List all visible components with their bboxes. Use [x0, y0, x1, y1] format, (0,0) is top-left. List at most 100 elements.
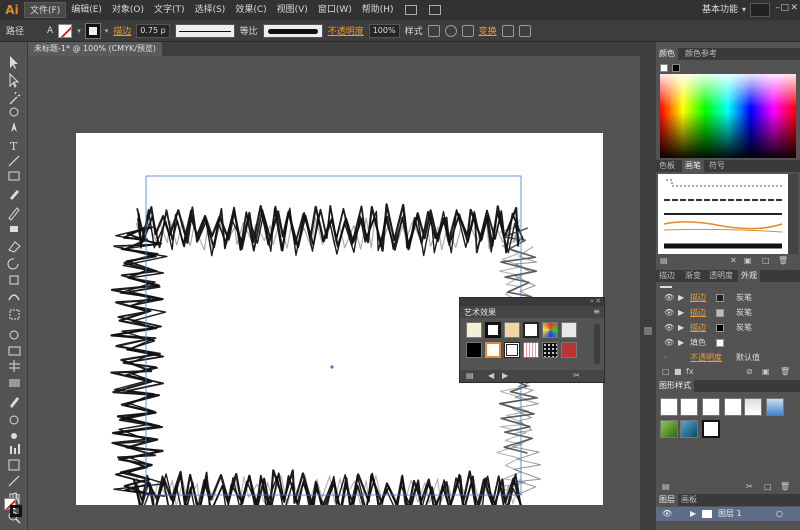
appearance-row[interactable]: 👁 ▶ 填色: [656, 336, 800, 349]
effect-swatch[interactable]: [466, 342, 482, 358]
effect-swatch[interactable]: [523, 322, 539, 338]
appearance-attr-name[interactable]: 描边: [690, 321, 706, 334]
panel-menu-icon[interactable]: ≡: [593, 307, 600, 316]
appearance-attr-name[interactable]: 不透明度: [690, 351, 722, 364]
tab-swatches[interactable]: 色板: [656, 160, 678, 172]
tab-gradient[interactable]: 渐变: [682, 270, 704, 282]
effect-swatch[interactable]: [542, 342, 558, 358]
layer-row[interactable]: 👁 ▶ 图层 1 ○: [656, 507, 800, 521]
next-icon[interactable]: ▶: [502, 371, 508, 380]
menu-file[interactable]: 文件(F): [24, 2, 67, 18]
expand-arrow-icon[interactable]: ▶: [678, 321, 684, 334]
arrange-documents-icon[interactable]: [428, 5, 441, 15]
menu-window[interactable]: 窗口(W): [313, 2, 357, 18]
effect-swatch[interactable]: [485, 342, 501, 358]
expand-arrow-icon[interactable]: ▶: [678, 306, 684, 319]
canvas-area[interactable]: [28, 56, 652, 530]
effect-swatch[interactable]: [523, 342, 539, 358]
break-link-icon[interactable]: ✂: [746, 482, 753, 491]
menu-help[interactable]: 帮助(H): [357, 2, 399, 18]
transform-panel-link[interactable]: 变换: [479, 24, 497, 37]
visibility-eye-icon[interactable]: 👁: [664, 336, 674, 349]
tab-artboards[interactable]: 画板: [678, 494, 700, 506]
stroke-panel-link[interactable]: 描边: [113, 24, 131, 37]
stroke-color-swatch[interactable]: [716, 309, 724, 317]
document-tab[interactable]: 未标题-1* @ 100% (CMYK/预览): [28, 42, 163, 56]
expand-arrow-icon[interactable]: ▶: [678, 291, 684, 304]
expand-arrow-icon[interactable]: ▶: [678, 336, 684, 349]
tab-stroke[interactable]: 描边: [656, 270, 678, 282]
duplicate-icon[interactable]: ▣: [762, 367, 770, 376]
fill-color-swatch[interactable]: [660, 64, 668, 72]
tab-appearance[interactable]: 外观: [738, 270, 760, 282]
style-swatch[interactable]: [744, 398, 762, 416]
tab-color-guide[interactable]: 颜色参考: [682, 48, 720, 60]
delete-icon[interactable]: 🗑: [780, 482, 790, 491]
break-link-icon[interactable]: ✂: [573, 371, 580, 380]
stroke-swatch[interactable]: [84, 22, 101, 39]
chevron-down-icon[interactable]: ▾: [77, 27, 81, 35]
collapse-icon[interactable]: [644, 327, 652, 335]
panel-menu-icon[interactable]: [518, 24, 531, 37]
visibility-eye-icon[interactable]: 👁: [664, 306, 674, 319]
menu-type[interactable]: 文字(T): [149, 2, 190, 18]
appearance-row[interactable]: 👁 ▶ 描边 炭笔: [656, 291, 800, 304]
library-menu-icon[interactable]: ▤: [662, 482, 670, 491]
menu-edit[interactable]: 编辑(E): [66, 2, 107, 18]
clear-appearance-icon[interactable]: ⊘: [746, 367, 753, 376]
align-icon[interactable]: [461, 24, 474, 37]
appearance-attr-name[interactable]: 描边: [690, 291, 706, 304]
delete-icon[interactable]: 🗑: [778, 256, 788, 265]
tab-graphic-styles[interactable]: 图形样式: [656, 380, 694, 392]
stroke-indicator[interactable]: [10, 505, 22, 517]
stroke-color-swatch[interactable]: [716, 324, 724, 332]
previous-icon[interactable]: ◀: [488, 371, 494, 380]
stroke-weight-field[interactable]: 0.75 p: [136, 23, 170, 38]
effect-swatch[interactable]: [561, 342, 577, 358]
delete-icon[interactable]: 🗑: [780, 367, 790, 376]
target-icon[interactable]: ○: [776, 507, 783, 521]
scrollbar[interactable]: [594, 324, 600, 364]
new-brush-icon[interactable]: □: [762, 256, 770, 265]
visibility-eye-icon[interactable]: 👁: [662, 507, 672, 521]
appearance-row[interactable]: · 不透明度 默认值: [656, 351, 800, 364]
graphic-style-icon[interactable]: [427, 24, 440, 37]
brush-library-list[interactable]: [658, 174, 788, 254]
tab-brushes[interactable]: 画笔: [682, 160, 704, 172]
style-swatch[interactable]: [702, 420, 720, 438]
style-swatch[interactable]: [660, 398, 678, 416]
tab-symbols[interactable]: 符号: [706, 160, 728, 172]
collapse-icon[interactable]: «: [590, 297, 594, 305]
variable-width-profile[interactable]: [174, 23, 235, 38]
style-swatch[interactable]: [660, 420, 678, 438]
chevron-down-icon[interactable]: ▾: [105, 27, 109, 35]
recolor-icon[interactable]: [444, 24, 457, 37]
visibility-eye-icon[interactable]: 👁: [664, 321, 674, 334]
stroke-color-swatch[interactable]: [716, 294, 724, 302]
new-style-icon[interactable]: □: [764, 482, 772, 491]
effect-swatch[interactable]: [485, 322, 501, 338]
add-effect-icon[interactable]: fx: [686, 367, 694, 376]
tab-layers[interactable]: 图层: [656, 494, 678, 506]
add-stroke-icon[interactable]: □: [662, 367, 670, 376]
appearance-row[interactable]: 👁 ▶ 描边 炭笔: [656, 321, 800, 334]
style-swatch[interactable]: [766, 398, 784, 416]
style-swatch[interactable]: [680, 398, 698, 416]
library-menu-icon[interactable]: ▤: [466, 371, 474, 380]
effect-swatch[interactable]: [504, 322, 520, 338]
effect-swatch[interactable]: [542, 322, 558, 338]
menu-effect[interactable]: 效果(C): [230, 2, 271, 18]
tab-transparency[interactable]: 透明度: [706, 270, 736, 282]
expand-arrow-icon[interactable]: ▶: [690, 507, 696, 521]
fill-swatch[interactable]: [58, 23, 73, 38]
tab-color[interactable]: 颜色: [656, 48, 678, 60]
menu-view[interactable]: 视图(V): [272, 2, 313, 18]
bridge-icon[interactable]: [404, 5, 417, 15]
options-icon[interactable]: ▣: [744, 256, 752, 265]
minimize-icon[interactable]: –: [776, 3, 781, 13]
panel-titlebar[interactable]: « ✕: [460, 297, 604, 306]
stroke-color-swatch[interactable]: [672, 64, 680, 72]
panel-tab[interactable]: 艺术效果: [460, 306, 604, 318]
opacity-field[interactable]: 100%: [368, 23, 400, 38]
style-swatch[interactable]: [724, 398, 742, 416]
